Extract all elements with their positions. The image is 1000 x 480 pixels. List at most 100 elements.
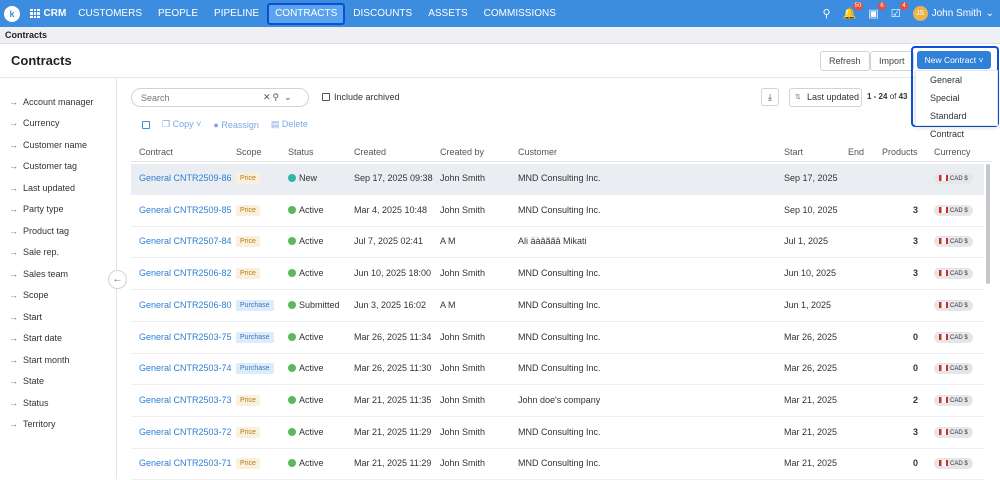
filter-customer-tag[interactable]: → Customer tag [9, 161, 77, 171]
download-button[interactable]: ⤓ [761, 88, 779, 106]
products-cell: 0 [912, 458, 918, 469]
nav-people[interactable]: PEOPLE [150, 3, 206, 25]
start-cell: Sep 17, 2025 [784, 173, 838, 183]
currency-badge: CAD $ [934, 299, 973, 311]
menu-item-special[interactable]: Special [916, 89, 997, 107]
scrollbar[interactable] [986, 164, 990, 284]
status-text: Active [299, 458, 324, 469]
filter-state[interactable]: → State [9, 376, 44, 386]
import-button[interactable]: Import [870, 51, 914, 71]
collapse-sidebar-button[interactable]: ← [108, 270, 127, 289]
filter-last-updated[interactable]: → Last updated [9, 183, 75, 193]
col-currency[interactable]: Currency [934, 147, 971, 157]
table-row[interactable]: General CNTR2503-75 Purchase Active Mar 26,… [131, 323, 984, 354]
search-icon[interactable]: ⚲ [273, 92, 280, 103]
gift-badge: 6 [878, 2, 886, 10]
checkbox[interactable] [322, 93, 330, 101]
clear-icon[interactable]: ✕ [263, 92, 271, 103]
nav-discounts[interactable]: DISCOUNTS [345, 3, 420, 25]
filter-account-manager[interactable]: → Account manager [9, 97, 94, 107]
currency-text: CAD $ [950, 176, 968, 182]
filter-status[interactable]: → Status [9, 398, 49, 408]
table-row[interactable]: General CNTR2509-85 Price Active Mar 4, 202… [131, 196, 984, 227]
contract-link[interactable]: General CNTR2506-80 [139, 300, 232, 310]
refresh-button[interactable]: Refresh [820, 51, 870, 71]
created-cell: Mar 21, 2025 11:35 [354, 394, 432, 405]
customer-cell: MND Consulting Inc. [518, 173, 601, 183]
nav-customers[interactable]: CUSTOMERS [70, 3, 150, 25]
search-icon[interactable]: ⚲ [823, 7, 831, 20]
filter-product-tag[interactable]: → Product tag [9, 226, 69, 236]
nav-pipeline[interactable]: PIPELINE [206, 3, 267, 25]
sort-label: Last updated [807, 92, 860, 102]
col-contract[interactable]: Contract [139, 147, 173, 157]
filter-start-date[interactable]: → Start date [9, 333, 62, 343]
canada-flag-icon [939, 428, 948, 435]
menu-item-general[interactable]: General [916, 71, 997, 89]
nav-commissions[interactable]: COMMISSIONS [476, 3, 564, 25]
filter-territory[interactable]: → Territory [9, 419, 56, 429]
table-row[interactable]: General CNTR2503-74 Purchase Active Mar 26,… [131, 354, 984, 386]
search-input[interactable] [141, 92, 261, 103]
select-all-checkbox[interactable] [142, 120, 150, 129]
app-switcher[interactable]: CRM [30, 8, 66, 19]
filter-customer-name[interactable]: → Customer name [9, 140, 87, 150]
table-row[interactable]: General CNTR2506-80 Purchase Submitted Jun … [131, 291, 984, 322]
col-status[interactable]: Status [288, 147, 314, 157]
filter-party-type[interactable]: → Party type [9, 204, 64, 214]
contract-link[interactable]: General CNTR2503-75 [139, 332, 232, 342]
col-customer[interactable]: Customer [518, 147, 557, 157]
currency-badge: CAD $ [934, 204, 973, 216]
table-row[interactable]: General CNTR2506-82 Price Active Jun 10, 20… [131, 259, 984, 291]
menu-item-standard-contract[interactable]: Standard Contract [916, 107, 997, 139]
col-created-by[interactable]: Created by [440, 147, 484, 157]
arrow-right-icon: → [9, 204, 18, 214]
chevron-down-icon[interactable]: ⌄ [284, 92, 292, 103]
reassign-button[interactable]: ● Reassign [213, 120, 258, 130]
col-scope[interactable]: Scope [236, 147, 262, 157]
contract-link[interactable]: General CNTR2509-85 [139, 205, 232, 215]
contract-link[interactable]: General CNTR2509-86 [139, 173, 232, 183]
bell-icon[interactable]: 🔔 50 [843, 2, 864, 20]
col-end[interactable]: End [848, 147, 864, 157]
products-cell: 3 [912, 204, 918, 215]
nav-assets[interactable]: ASSETS [420, 3, 475, 25]
table-row[interactable]: General CNTR2509-86 Price New Sep 17, 2025 … [131, 164, 984, 195]
delete-button[interactable]: ▤ Delete [271, 119, 308, 130]
gift-icon[interactable]: ▣ 6 [868, 2, 886, 20]
user-name: John Smith [931, 8, 982, 19]
products-cell: 3 [912, 236, 918, 247]
contract-link[interactable]: General CNTR2507-84 [139, 236, 232, 246]
app-logo[interactable]: k [4, 5, 20, 22]
copy-button[interactable]: ❐ Copy ˅ [162, 119, 201, 130]
avatar: JS [912, 6, 928, 21]
tasks-badge: 4 [900, 2, 908, 10]
filter-start[interactable]: → Start [9, 312, 42, 322]
table-row[interactable]: General CNTR2503-73 Price Active Mar 21, 20… [131, 386, 984, 417]
sort-button[interactable]: ⇅ Last updated [789, 88, 862, 107]
tasks-icon[interactable]: ☑ 4 [891, 2, 908, 20]
filter-start-month[interactable]: → Start month [9, 355, 70, 365]
contract-link[interactable]: General CNTR2503-71 [139, 458, 232, 468]
col-created[interactable]: Created [354, 147, 386, 157]
filter-currency[interactable]: → Currency [9, 118, 60, 128]
table-row[interactable]: General CNTR2503-71 Price Active Mar 21, 20… [131, 449, 984, 480]
breadcrumb[interactable]: Contracts [0, 27, 1000, 44]
user-menu[interactable]: JS John Smith ⌄ [912, 6, 994, 21]
nav-contracts[interactable]: CONTRACTS [267, 2, 346, 25]
contract-link[interactable]: General CNTR2503-73 [139, 395, 232, 405]
created-cell: Mar 26, 2025 11:34 [354, 331, 432, 342]
include-archived-checkbox[interactable]: Include archived [322, 92, 400, 102]
col-start[interactable]: Start [784, 147, 803, 157]
table-row[interactable]: General CNTR2507-84 Price Active Jul 7, 202… [131, 227, 984, 259]
filter-scope[interactable]: → Scope [9, 290, 49, 300]
filter-label: Account manager [23, 97, 94, 107]
new-contract-button[interactable]: New Contract ˅ [917, 51, 991, 69]
filter-sales-team[interactable]: → Sales team [9, 269, 68, 279]
filter-sale-rep[interactable]: → Sale rep. [9, 247, 59, 257]
table-row[interactable]: General CNTR2503-72 Price Active Mar 21, 20… [131, 418, 984, 449]
contract-link[interactable]: General CNTR2503-72 [139, 427, 232, 437]
contract-link[interactable]: General CNTR2503-74 [139, 363, 232, 373]
contract-link[interactable]: General CNTR2506-82 [139, 268, 232, 278]
col-products[interactable]: Products [882, 147, 918, 157]
